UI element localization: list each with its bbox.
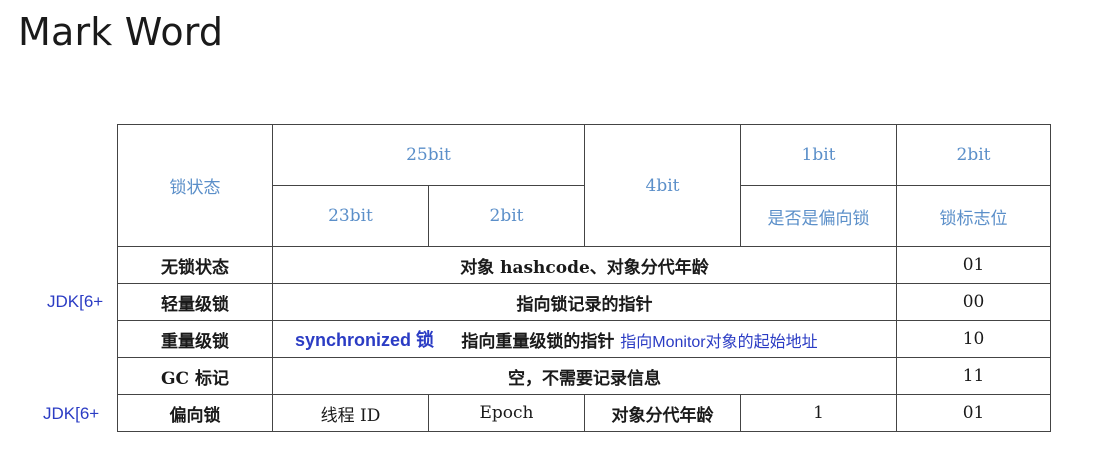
row-content: 指向重量级锁的指针 [461, 331, 615, 352]
monitor-annotation: 指向Monitor对象的起始地址 [620, 333, 818, 351]
mark-word-table: 锁状态 25bit 4bit 1bit 2bit 23bit 2bit 是否是偏… [117, 124, 1052, 432]
row-content: 空，不需要记录信息 [271, 357, 898, 395]
row-biased: 1 [740, 394, 898, 432]
header-2bit-sub: 2bit [427, 185, 586, 247]
row-thread-id: 线程 ID [272, 394, 429, 432]
header-25bit: 25bit [271, 124, 586, 186]
row-content: 指向锁记录的指针 [271, 283, 898, 321]
jdk-note-lightweight: JDK[6+ [47, 292, 104, 311]
row-epoch: Epoch [427, 394, 586, 432]
row-flag: 01 [896, 394, 1052, 432]
header-row-1: 锁状态 25bit 4bit 1bit 2bit [117, 124, 1052, 247]
row-content-heavyweight: synchronized 锁 指向重量级锁的指针 指向Monitor对象的起始地… [271, 320, 898, 358]
row-flag: 00 [896, 283, 1052, 321]
header-2bit: 2bit [896, 124, 1052, 186]
header-23bit: 23bit [272, 185, 429, 247]
table-row: 偏向锁 线程 ID Epoch 对象分代年龄 1 01 [117, 394, 1052, 432]
synchronized-annotation: synchronized 锁 [295, 330, 435, 350]
row-content: 对象 hashcode、对象分代年龄 [271, 246, 898, 284]
header-4bit: 4bit [584, 124, 742, 247]
table-row: 轻量级锁 指向锁记录的指针 00 [117, 283, 1052, 321]
table-row: 重量级锁 synchronized 锁 指向重量级锁的指针 指向Monitor对… [117, 320, 1052, 358]
row-state: GC 标记 [117, 357, 273, 395]
page-title: Mark Word [18, 10, 224, 54]
row-flag: 01 [896, 246, 1052, 284]
row-state: 轻量级锁 [117, 283, 273, 321]
jdk-note-biased: JDK[6+ [43, 404, 100, 423]
row-flag: 11 [896, 357, 1052, 395]
row-flag: 10 [896, 320, 1052, 358]
row-state: 重量级锁 [117, 320, 273, 358]
row-state: 偏向锁 [117, 394, 273, 432]
header-1bit: 1bit [740, 124, 898, 186]
row-state: 无锁状态 [117, 246, 273, 284]
header-lock-flag: 锁标志位 [896, 185, 1052, 247]
table-row: GC 标记 空，不需要记录信息 11 [117, 357, 1052, 395]
row-age: 对象分代年龄 [584, 394, 742, 432]
table-row: 无锁状态 对象 hashcode、对象分代年龄 01 [117, 246, 1052, 284]
header-lock-state: 锁状态 [117, 124, 273, 247]
header-is-biased: 是否是偏向锁 [740, 185, 898, 247]
